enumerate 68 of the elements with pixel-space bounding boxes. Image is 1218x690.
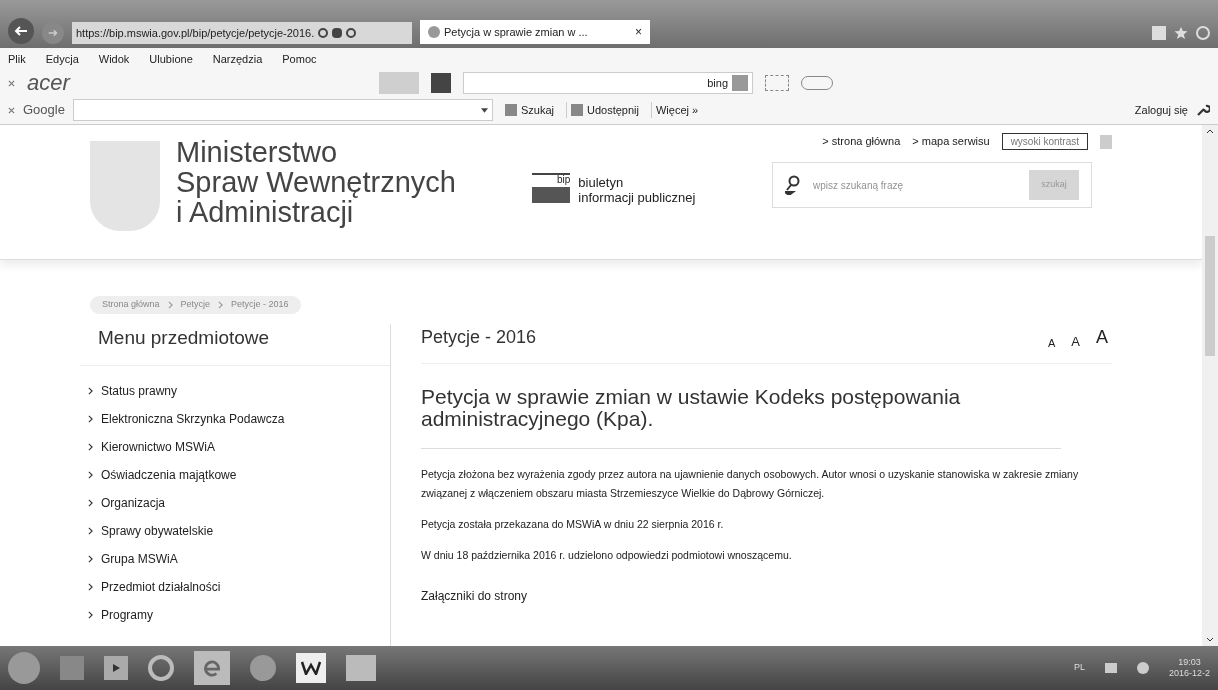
chevron-icon	[88, 526, 93, 535]
wrench-icon[interactable]	[1196, 103, 1210, 117]
more-button[interactable]: Więcej »	[650, 101, 703, 119]
google-search-field[interactable]	[72, 99, 493, 121]
chevron-icon	[167, 300, 173, 309]
language-indicator[interactable]: PL	[1073, 661, 1085, 675]
chevron-icon	[88, 442, 93, 451]
sidebar-item[interactable]: Przedmiot działalności	[101, 577, 221, 596]
bip-caption: biuletyn informacji publicznej	[578, 175, 696, 205]
chevron-icon	[88, 610, 93, 619]
site-title[interactable]: Ministerstwo Spraw Wewnętrznych i Administracji	[176, 137, 517, 227]
close-toolbar-icon[interactable]	[8, 106, 15, 114]
browser-icon[interactable]	[194, 651, 230, 685]
contrast-button[interactable]: wysoki kontrast	[1001, 133, 1088, 150]
sidebar-item[interactable]: Organizacja	[101, 493, 166, 512]
menu-item[interactable]: Edycja	[45, 50, 79, 68]
sidebar-item[interactable]: Sprawy obywatelskie	[101, 521, 214, 540]
chevron-icon	[88, 554, 93, 563]
menu-item[interactable]: Ulubione	[149, 50, 193, 68]
font-size-button[interactable]: A	[1092, 324, 1112, 351]
chevron-icon	[218, 300, 224, 309]
sidebar-item[interactable]: Elektroniczna Skrzynka Podawcza	[101, 409, 285, 428]
share-button[interactable]: Udostępnij	[565, 101, 643, 119]
toolbar-logo: Google	[23, 101, 65, 120]
play-icon[interactable]	[104, 656, 128, 680]
close-toolbar-icon[interactable]	[8, 79, 15, 87]
sidebar-item[interactable]: Kierownictwo MSWiA	[101, 437, 216, 456]
menu-item[interactable]: Widok	[98, 50, 130, 68]
attachments-heading: Załączniki do strony	[421, 588, 529, 605]
scroll-down-icon[interactable]	[1206, 637, 1214, 642]
font-size-button[interactable]: A	[1067, 331, 1084, 351]
sidebar-item[interactable]: Oświadczenia majątkowe	[101, 465, 237, 484]
close-tab-button[interactable]: ×	[635, 23, 642, 41]
top-link[interactable]: > strona główna	[822, 133, 901, 150]
bing-search-field[interactable]: bing	[463, 72, 753, 94]
menu-item[interactable]: Plik	[8, 50, 26, 68]
chevron-icon	[88, 582, 93, 591]
address-bar[interactable]: https://bip.mswia.gov.pl/bip/petycje/petycje-2016.	[72, 22, 412, 44]
scroll-up-icon[interactable]	[1206, 129, 1214, 134]
document-app-icon[interactable]	[296, 653, 326, 683]
scrollbar-thumb[interactable]	[1205, 235, 1215, 356]
menu-item[interactable]: Narzędzia	[212, 50, 263, 68]
font-size-button[interactable]: A	[1043, 334, 1060, 351]
browser-tab[interactable]: Petycja w sprawie zmian w ... ×	[420, 20, 650, 44]
article-paragraph: W dniu 18 października 2016 r. udzielono odpowiedzi podmiotowi wnoszącemu.	[421, 548, 793, 563]
article-paragraph: Petycja złożona bez wyrażenia zgody przez autora na ujawnienie danych osobowych. Autor wnosi o uzyskanie stanowiska w zakresie zmiany związanej z włączeniem obszaru miasta Strzemieszyce Wielkie do Dąbrowy Górniczej.	[421, 467, 1080, 501]
search-button[interactable]: Szukaj	[500, 101, 558, 119]
chevron-icon	[88, 498, 93, 507]
chevron-icon	[88, 470, 93, 479]
section-heading: Petycje - 2016	[421, 326, 537, 349]
dropdown-caret-icon[interactable]	[480, 107, 488, 113]
address-text: https://bip.mswia.gov.pl/bip/petycje/petycje-2016.	[76, 25, 315, 41]
circle-app-icon[interactable]	[148, 655, 174, 681]
bip-logo[interactable]: bip	[532, 173, 571, 207]
sidebar-item[interactable]: Status prawny	[101, 381, 178, 400]
clock[interactable]: 19:03 2016-12-2	[1168, 657, 1210, 679]
sidebar-heading: Menu przedmiotowe	[80, 324, 390, 366]
login-button[interactable]: Zaloguj się	[1134, 101, 1188, 119]
toolbar-logo: acer	[27, 72, 72, 94]
menu-item[interactable]: Pomoc	[282, 50, 317, 68]
chevron-icon	[88, 414, 93, 423]
sidebar-item[interactable]: Programy	[101, 605, 153, 624]
sidebar-item[interactable]: Grupa MSWiA	[101, 549, 178, 568]
article-title: Petycja w sprawie zmian w ustawie Kodeks postępowania administracyjnego (Kpa).	[421, 364, 1061, 449]
chevron-icon	[88, 386, 93, 395]
star-icon[interactable]	[1174, 26, 1188, 40]
top-link[interactable]: > mapa serwisu	[912, 133, 990, 150]
article-paragraph: Petycja została przekazana do MSWiA w dniu 22 sierpnia 2016 r.	[421, 517, 725, 532]
